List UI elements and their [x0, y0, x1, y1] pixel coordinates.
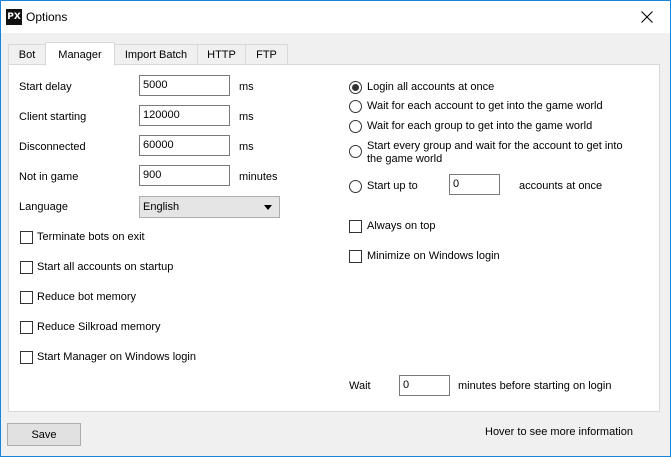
start-up-to-suffix: accounts at once	[519, 180, 603, 192]
start-up-to-input[interactable]: 0	[449, 174, 500, 195]
reduce-silkroad-memory-checkbox[interactable]	[20, 321, 33, 334]
always-on-top-label: Always on top	[367, 220, 436, 232]
window-title: Options	[26, 10, 68, 24]
start-manager-login-label: Start Manager on Windows login	[37, 351, 196, 363]
login-all-radio[interactable]	[349, 81, 362, 94]
always-on-top-checkbox[interactable]	[349, 220, 362, 233]
terminate-bots-checkbox[interactable]	[20, 231, 33, 244]
start-every-group-radio[interactable]	[349, 145, 362, 158]
language-label: Language	[19, 201, 68, 213]
tab-ftp[interactable]: FTP	[245, 44, 288, 65]
title-bar[interactable]: PX Options	[1, 1, 670, 33]
manager-tab-panel: Start delay 5000 ms Client starting 1200…	[8, 64, 660, 412]
login-all-label: Login all accounts at once	[367, 81, 495, 93]
client-starting-unit: ms	[239, 111, 254, 123]
close-button[interactable]	[624, 1, 670, 33]
options-window: PX Options Bot Manager Import Batch HTTP…	[0, 0, 671, 457]
wait-each-group-label: Wait for each group to get into the game…	[367, 120, 593, 132]
start-all-accounts-label: Start all accounts on startup	[37, 261, 174, 273]
wait-each-account-radio[interactable]	[349, 100, 362, 113]
start-every-group-label-line1: Start every group and wait for the accou…	[367, 140, 623, 152]
start-up-to-label: Start up to	[367, 180, 418, 192]
client-starting-input[interactable]: 120000	[139, 105, 230, 126]
disconnected-input[interactable]: 60000	[139, 135, 230, 156]
save-button[interactable]: Save	[7, 423, 81, 446]
start-delay-input[interactable]: 5000	[139, 75, 230, 96]
disconnected-unit: ms	[239, 141, 254, 153]
not-in-game-unit: minutes	[239, 171, 278, 183]
wait-each-account-label: Wait for each account to get into the ga…	[367, 100, 603, 112]
tab-import-batch[interactable]: Import Batch	[114, 44, 198, 65]
hover-hint-text: Hover to see more information	[485, 426, 633, 438]
tab-http[interactable]: HTTP	[197, 44, 246, 65]
close-icon	[641, 11, 653, 23]
minimize-login-checkbox[interactable]	[349, 250, 362, 263]
not-in-game-input[interactable]: 900	[139, 165, 230, 186]
wait-each-group-radio[interactable]	[349, 120, 362, 133]
tab-manager[interactable]: Manager	[45, 42, 115, 66]
start-delay-label: Start delay	[19, 81, 72, 93]
reduce-bot-memory-checkbox[interactable]	[20, 291, 33, 304]
wait-minutes-input[interactable]: 0	[399, 375, 450, 396]
start-delay-unit: ms	[239, 81, 254, 93]
disconnected-label: Disconnected	[19, 141, 86, 153]
app-logo-icon: PX	[6, 9, 22, 25]
language-dropdown[interactable]: English	[139, 196, 280, 218]
wait-label: Wait	[349, 380, 371, 392]
start-every-group-label-line2: the game world	[367, 153, 443, 165]
minimize-login-label: Minimize on Windows login	[367, 250, 500, 262]
client-starting-label: Client starting	[19, 111, 87, 123]
chevron-down-icon	[264, 205, 272, 210]
reduce-bot-memory-label: Reduce bot memory	[37, 291, 137, 303]
start-up-to-radio[interactable]	[349, 180, 362, 193]
language-selected-value: English	[143, 201, 180, 213]
terminate-bots-label: Terminate bots on exit	[37, 231, 145, 243]
start-manager-login-checkbox[interactable]	[20, 351, 33, 364]
wait-suffix: minutes before starting on login	[458, 380, 612, 392]
start-all-accounts-checkbox[interactable]	[20, 261, 33, 274]
tab-bot[interactable]: Bot	[8, 44, 46, 65]
reduce-silkroad-memory-label: Reduce Silkroad memory	[37, 321, 161, 333]
not-in-game-label: Not in game	[19, 171, 79, 183]
